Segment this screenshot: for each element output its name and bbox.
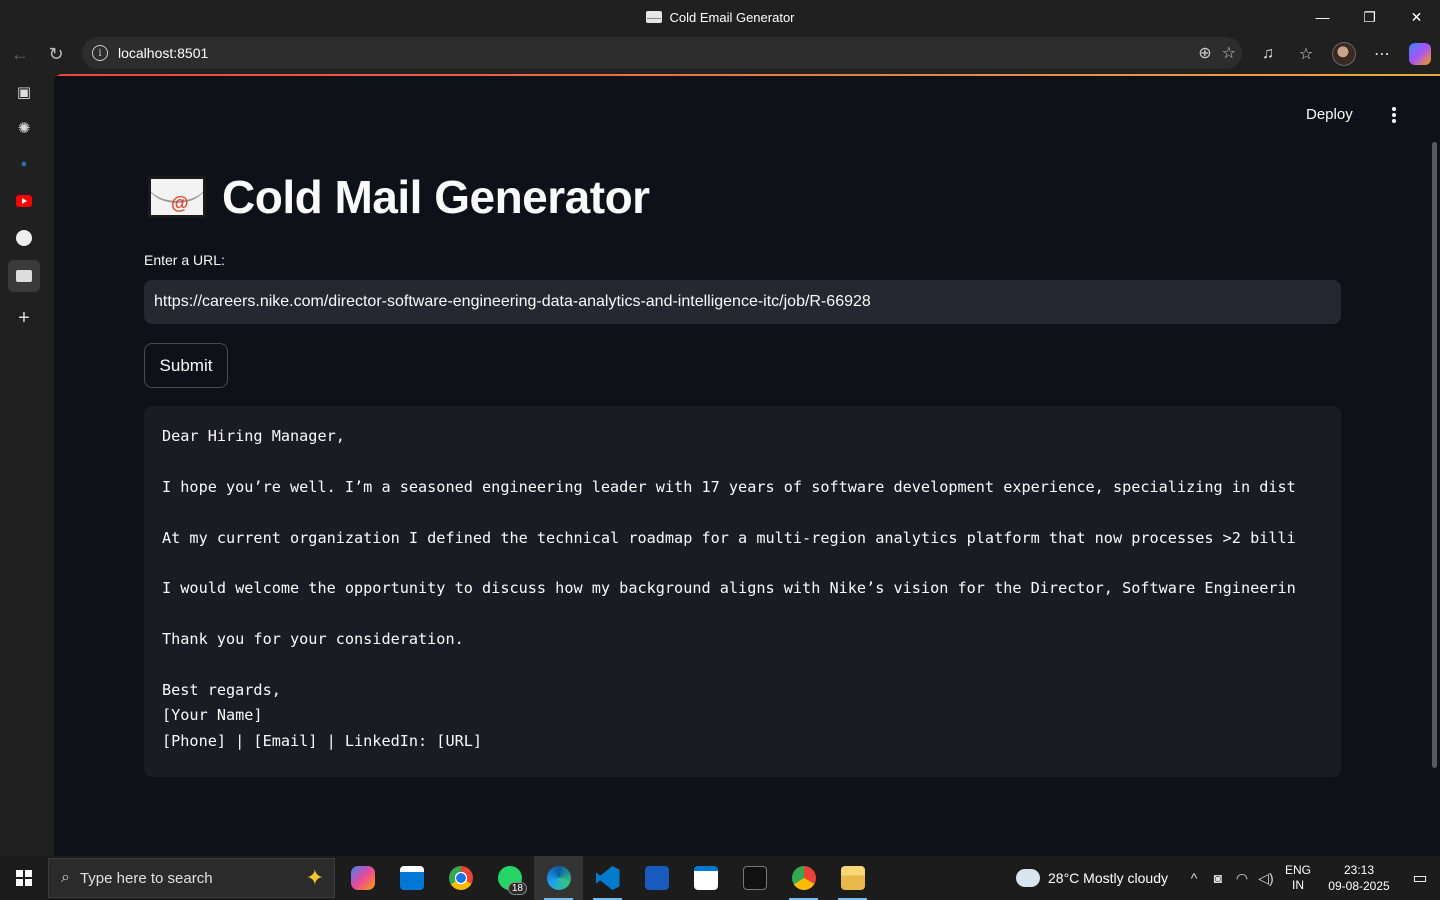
email-line: [Your Name]	[162, 706, 263, 725]
weather-cloud-icon	[1012, 863, 1041, 887]
chrome-profile-app-icon[interactable]	[779, 856, 828, 900]
meet-icon[interactable]: ◙	[1206, 856, 1230, 900]
clock-date: 09-08-2025	[1328, 879, 1390, 893]
whatsapp-badge: 18	[507, 882, 527, 895]
language-indicator[interactable]: ENG IN	[1278, 863, 1318, 893]
chrome-app-icon[interactable]	[436, 856, 485, 900]
url-input-label: Enter a URL:	[144, 252, 225, 268]
deploy-button[interactable]: Deploy	[1306, 106, 1353, 123]
page-title-text: Cold Mail Generator	[222, 171, 650, 223]
submit-button[interactable]: Submit	[144, 343, 228, 388]
word-app-icon[interactable]	[632, 856, 681, 900]
header-decoration	[54, 74, 1440, 76]
email-line: Thank you for your consideration.	[162, 630, 464, 649]
email-line: At my current organization I defined the…	[162, 528, 1296, 547]
store-app-icon[interactable]	[387, 856, 436, 900]
email-line	[162, 500, 1341, 525]
email-line	[162, 653, 1341, 678]
email-line: I would welcome the opportunity to discu…	[162, 579, 1296, 598]
email-line	[162, 551, 1341, 576]
avatar	[1332, 42, 1356, 66]
streamlit-app: Deploy @ Cold Mail Generator Enter a URL…	[54, 74, 1440, 856]
envelope-emoji-icon: @	[148, 176, 206, 218]
file-explorer-app-icon[interactable]	[828, 856, 877, 900]
more-options-icon[interactable]: ⋯	[1366, 38, 1398, 70]
refresh-button[interactable]: ↻	[38, 36, 74, 72]
page-title: @ Cold Mail Generator	[148, 170, 650, 224]
profile-avatar[interactable]	[1328, 38, 1360, 70]
weather-text: 28°C Mostly cloudy	[1048, 870, 1168, 886]
youtube-icon[interactable]	[8, 185, 40, 217]
email-line: [Phone] | [Email] | LinkedIn: [URL]	[162, 731, 483, 750]
notifications-icon[interactable]: ▭	[1400, 856, 1440, 900]
email-line: I hope you’re well. I’m a seasoned engin…	[162, 477, 1296, 496]
file-app-icon[interactable]	[681, 856, 730, 900]
add-icon[interactable]: +	[8, 302, 40, 334]
taskbar-search[interactable]: ⌕ Type here to search ✦	[48, 858, 335, 898]
show-hidden-icons[interactable]: ^	[1182, 856, 1206, 900]
system-tray: 28°C Mostly cloudy ^ ◙ ◠ ◁) ENG IN 23:13…	[1012, 856, 1440, 900]
windows-logo-icon	[16, 870, 32, 886]
window-titlebar: Cold Email Generator — ❐ ✕	[0, 0, 1440, 34]
minimize-button[interactable]: —	[1299, 0, 1346, 34]
close-button[interactable]: ✕	[1393, 0, 1440, 34]
language-code: ENG	[1284, 863, 1311, 877]
tab-actions-icon[interactable]: ▣	[8, 76, 40, 108]
clock[interactable]: 23:13 09-08-2025	[1318, 862, 1400, 894]
back-button[interactable]: ←	[2, 36, 38, 72]
favorites-icon[interactable]: ☆	[1290, 38, 1322, 70]
start-button[interactable]	[0, 856, 48, 900]
clock-time: 23:13	[1343, 863, 1375, 877]
address-url[interactable]: localhost:8501	[118, 45, 208, 61]
email-line: Best regards,	[162, 680, 281, 699]
weather-widget[interactable]: 28°C Mostly cloudy	[1012, 863, 1168, 887]
vscode-app-icon[interactable]	[583, 856, 632, 900]
favorite-star-icon[interactable]: ☆	[1222, 43, 1236, 63]
sparkle-icon[interactable]: ✦	[306, 865, 324, 891]
site-info-icon[interactable]: i	[92, 45, 108, 61]
page-scrollbar[interactable]	[1432, 142, 1437, 768]
chatgpt-icon[interactable]: ✺	[8, 112, 40, 144]
window-controls: — ❐ ✕	[1299, 0, 1440, 34]
address-bar[interactable]: i localhost:8501 ⊕ ☆	[82, 37, 1242, 69]
zoom-icon[interactable]: ⊕	[1198, 43, 1211, 63]
wifi-icon[interactable]: ◠	[1230, 856, 1254, 900]
restore-button[interactable]: ❐	[1346, 0, 1393, 34]
copilot-app-icon[interactable]	[338, 856, 387, 900]
terminal-app-icon[interactable]	[730, 856, 779, 900]
github-icon[interactable]	[8, 222, 40, 254]
window-title-text: Cold Email Generator	[669, 9, 795, 25]
email-line	[162, 602, 1341, 627]
url-input[interactable]: https://careers.nike.com/director-softwa…	[144, 280, 1341, 324]
taskbar-apps: 18	[338, 856, 877, 900]
extensions-icon[interactable]: ♫	[1252, 38, 1284, 70]
generated-email-code-block: Dear Hiring Manager, I hope you’re well.…	[144, 406, 1341, 777]
browser-toolbar: ← ↻ i localhost:8501 ⊕ ☆ ♫ ☆ ⋯	[0, 34, 1440, 74]
windows-taskbar: ⌕ Type here to search ✦ 18 28°C Mostly c…	[0, 856, 1440, 900]
whatsapp-app-icon[interactable]: 18	[485, 856, 534, 900]
taskbar-search-placeholder: Type here to search	[79, 869, 213, 887]
copilot-logo	[1409, 43, 1431, 65]
copilot-icon[interactable]	[1404, 38, 1436, 70]
email-line: Dear Hiring Manager,	[162, 427, 345, 445]
volume-icon[interactable]: ◁)	[1254, 856, 1278, 900]
edge-app-icon[interactable]	[534, 856, 583, 900]
language-region: IN	[1292, 878, 1304, 892]
email-line	[162, 449, 1341, 474]
search-icon: ⌕	[61, 869, 70, 886]
browser-sidebar: ▣ ✺ ● +	[0, 74, 48, 856]
cold-email-tab-icon[interactable]	[8, 260, 40, 292]
envelope-icon	[645, 11, 662, 23]
window-title: Cold Email Generator	[645, 9, 795, 25]
main-menu-icon[interactable]	[1386, 104, 1402, 126]
search-icon[interactable]: ●	[8, 148, 40, 180]
